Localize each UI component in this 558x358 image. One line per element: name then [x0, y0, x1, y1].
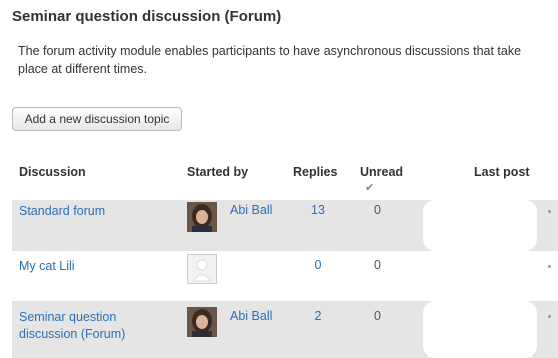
user-photo-icon — [187, 202, 217, 232]
add-discussion-button[interactable]: Add a new discussion topic — [12, 107, 182, 131]
last-post-cell — [423, 251, 537, 299]
unread-count: 0 — [374, 309, 381, 323]
dot-icon — [548, 210, 551, 213]
table-row: My cat Lili 0 0 — [12, 251, 558, 299]
replies-link[interactable]: 0 — [311, 258, 325, 272]
discussion-link[interactable]: My cat Lili — [19, 258, 75, 275]
replies-link[interactable]: 13 — [311, 203, 325, 217]
header-replies[interactable]: Replies — [293, 165, 337, 179]
author-link[interactable]: Abi Ball — [230, 309, 272, 323]
user-photo-icon — [187, 307, 217, 337]
default-user-icon — [188, 255, 216, 283]
unread-count: 0 — [374, 258, 381, 272]
replies-link[interactable]: 2 — [311, 309, 325, 323]
header-unread[interactable]: Unread — [360, 165, 403, 179]
dot-icon — [548, 265, 551, 268]
forum-intro: The forum activity module enables partic… — [18, 44, 522, 76]
discussion-link[interactable]: Seminar question discussion (Forum) — [19, 309, 149, 343]
author-link[interactable]: Abi Ball — [230, 203, 272, 217]
page-title: Seminar question discussion (Forum) — [12, 8, 282, 25]
table-row: Seminar question discussion (Forum) Abi … — [12, 301, 558, 358]
avatar[interactable] — [187, 254, 217, 284]
avatar[interactable] — [187, 307, 217, 337]
dot-icon — [548, 315, 551, 318]
header-discussion[interactable]: Discussion — [19, 165, 86, 179]
last-post-cell — [423, 301, 537, 358]
check-icon: ✔ — [365, 182, 375, 194]
avatar[interactable] — [187, 202, 217, 232]
header-last-post[interactable]: Last post — [474, 165, 530, 179]
last-post-cell — [423, 200, 537, 251]
unread-count: 0 — [374, 203, 381, 217]
discussion-link[interactable]: Standard forum — [19, 203, 105, 220]
table-row: Standard forum Abi Ball 13 0 — [12, 200, 558, 251]
header-started-by[interactable]: Started by — [187, 165, 248, 179]
